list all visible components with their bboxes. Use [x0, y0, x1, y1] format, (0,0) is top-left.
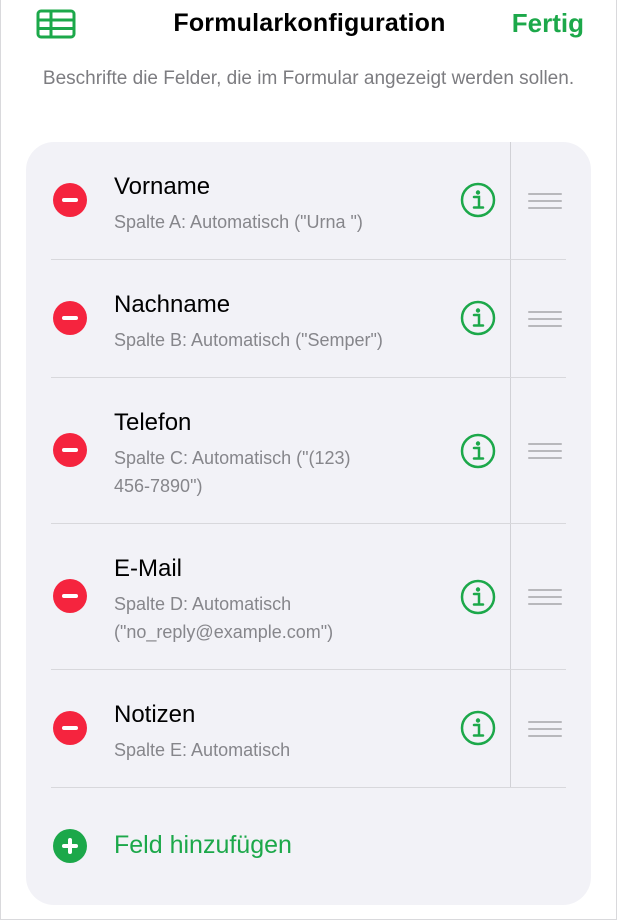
header-bar: Formularkonfiguration Fertig	[1, 0, 617, 52]
field-column-info-line: Spalte C: Automatisch ("(123)	[114, 448, 351, 468]
info-icon[interactable]	[460, 300, 496, 336]
field-column-info-line: ("no_reply@example.com")	[114, 622, 334, 642]
add-field-button[interactable]: Feld hinzufügen	[26, 822, 591, 872]
delete-field-icon[interactable]	[53, 711, 87, 745]
field-column-info: Spalte A: Automatisch ("Urna ")	[114, 208, 444, 236]
field-column-info-line: Spalte B: Automatisch ("Semper")	[114, 330, 383, 350]
field-label[interactable]: Vorname	[114, 173, 210, 201]
field-column-info-line: 456-7890")	[114, 476, 203, 496]
reorder-handle-icon[interactable]	[528, 443, 562, 461]
field-row-nachname: Nachname Spalte B: Automatisch ("Semper"…	[26, 260, 591, 378]
field-column-info: Spalte E: Automatisch	[114, 736, 444, 764]
delete-field-icon[interactable]	[53, 433, 87, 467]
field-row-notizen: Notizen Spalte E: Automatisch	[26, 670, 591, 788]
field-label[interactable]: Notizen	[114, 701, 195, 729]
field-label[interactable]: Telefon	[114, 409, 191, 437]
field-label[interactable]: Nachname	[114, 291, 230, 319]
plus-circle-icon	[53, 829, 87, 863]
delete-field-icon[interactable]	[53, 579, 87, 613]
info-icon[interactable]	[460, 710, 496, 746]
info-icon[interactable]	[460, 182, 496, 218]
done-button[interactable]: Fertig	[512, 8, 584, 39]
field-row-email: E-Mail Spalte D: Automatisch ("no_reply@…	[26, 524, 591, 670]
field-label[interactable]: E-Mail	[114, 555, 182, 583]
reorder-handle-icon[interactable]	[528, 589, 562, 607]
fields-list-card: Vorname Spalte A: Automatisch ("Urna ") …	[26, 142, 591, 905]
reorder-handle-icon[interactable]	[528, 311, 562, 329]
form-config-sheet: Formularkonfiguration Fertig Beschrifte …	[0, 0, 617, 920]
add-field-label: Feld hinzufügen	[114, 831, 292, 859]
row-separator	[51, 787, 566, 788]
field-column-info-line: Spalte A: Automatisch ("Urna ")	[114, 212, 363, 232]
field-column-info-line: Spalte D: Automatisch	[114, 594, 292, 614]
reorder-handle-icon[interactable]	[528, 193, 562, 211]
field-row-vorname: Vorname Spalte A: Automatisch ("Urna ")	[26, 142, 591, 260]
field-row-telefon: Telefon Spalte C: Automatisch ("(123) 45…	[26, 378, 591, 524]
field-column-info: Spalte D: Automatisch ("no_reply@example…	[114, 590, 444, 646]
field-column-info-line: Spalte E: Automatisch	[114, 740, 291, 760]
field-column-info: Spalte C: Automatisch ("(123) 456-7890")	[114, 444, 444, 500]
instructions-text: Beschrifte die Felder, die im Formular a…	[42, 68, 575, 89]
delete-field-icon[interactable]	[53, 301, 87, 335]
info-icon[interactable]	[460, 579, 496, 615]
field-column-info: Spalte B: Automatisch ("Semper")	[114, 326, 444, 354]
delete-field-icon[interactable]	[53, 183, 87, 217]
info-icon[interactable]	[460, 433, 496, 469]
reorder-handle-icon[interactable]	[528, 721, 562, 739]
